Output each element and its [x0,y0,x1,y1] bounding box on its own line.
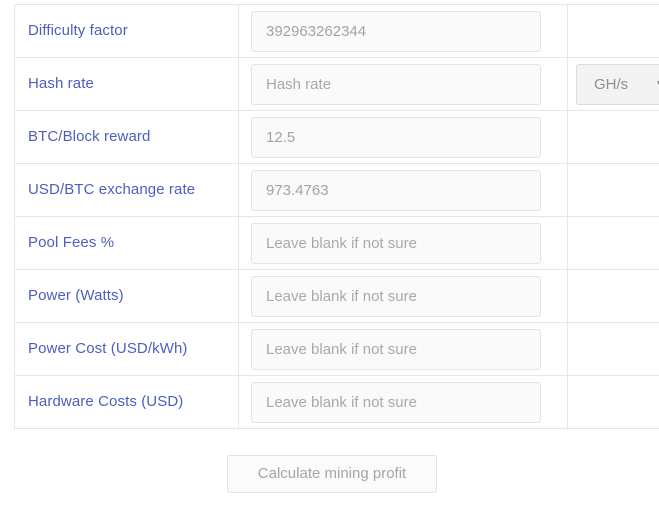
field-cell-hardware-costs [238,375,568,429]
pool-fees-input[interactable] [251,222,541,264]
calculator-form-body: Difficulty factor Hash rate GH/s ▼ [14,4,659,429]
table-row: Pool Fees % [14,216,659,270]
power-watts-input[interactable] [251,275,541,317]
field-label-hash-rate: Hash rate [14,57,239,111]
table-row: Difficulty factor [14,4,659,58]
field-cell-usd-btc-exchange-rate [238,163,568,217]
table-row: BTC/Block reward [14,110,659,164]
field-cell-pool-fees [238,216,568,270]
field-cell-hash-rate [238,57,568,111]
field-cell-btc-block-reward [238,110,568,164]
field-cell-power-watts [238,269,568,323]
usd-btc-exchange-rate-input[interactable] [251,169,541,211]
field-label-hardware-costs: Hardware Costs (USD) [14,375,239,429]
hash-rate-unit-value: GH/s [594,75,629,93]
calculate-mining-profit-button[interactable]: Calculate mining profit [227,455,437,493]
hash-rate-unit-select[interactable]: GH/s ▼ [576,63,659,105]
unit-cell-empty [567,322,659,376]
hash-rate-input[interactable] [251,63,541,105]
difficulty-factor-input[interactable] [251,10,541,52]
calculator-form-table: Difficulty factor Hash rate GH/s ▼ [14,4,659,429]
field-label-power-watts: Power (Watts) [14,269,239,323]
table-row: Hardware Costs (USD) [14,375,659,429]
power-cost-input[interactable] [251,328,541,370]
unit-cell-empty [567,110,659,164]
table-row: USD/BTC exchange rate [14,163,659,217]
unit-cell-empty [567,216,659,270]
table-row: Power Cost (USD/kWh) [14,322,659,376]
field-cell-power-cost [238,322,568,376]
field-label-usd-btc-exchange-rate: USD/BTC exchange rate [14,163,239,217]
btc-block-reward-input[interactable] [251,116,541,158]
unit-cell-empty [567,375,659,429]
unit-cell-hash-rate: GH/s ▼ [567,57,659,111]
chevron-down-icon: ▼ [655,65,659,104]
field-label-power-cost: Power Cost (USD/kWh) [14,322,239,376]
field-cell-difficulty-factor [238,4,568,58]
unit-cell-empty [567,4,659,58]
hardware-costs-input[interactable] [251,381,541,423]
table-row: Hash rate GH/s ▼ [14,57,659,111]
mining-profit-calculator: Difficulty factor Hash rate GH/s ▼ [0,0,659,512]
unit-cell-empty [567,163,659,217]
table-row: Power (Watts) [14,269,659,323]
field-label-pool-fees: Pool Fees % [14,216,239,270]
field-label-difficulty-factor: Difficulty factor [14,4,239,58]
unit-cell-empty [567,269,659,323]
field-label-btc-block-reward: BTC/Block reward [14,110,239,164]
